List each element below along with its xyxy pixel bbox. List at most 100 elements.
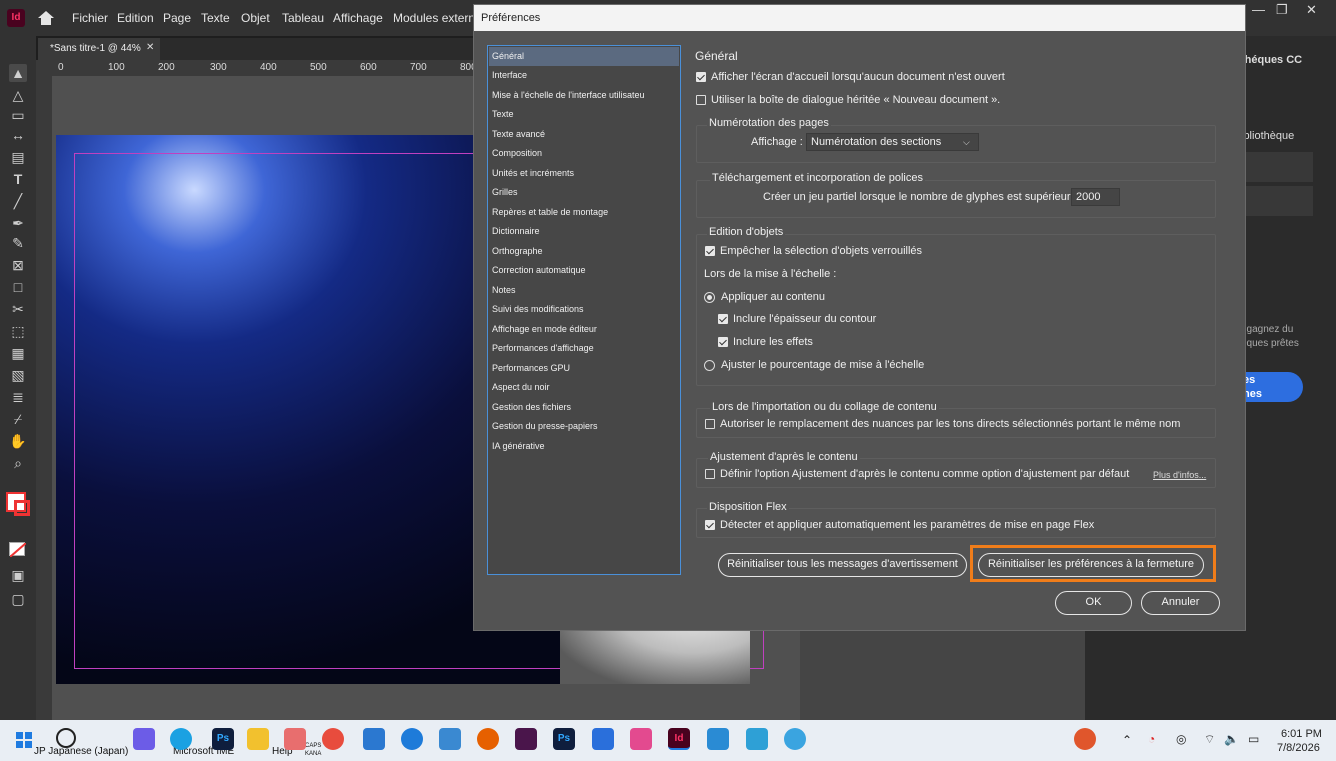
glyph-threshold-input[interactable]: 2000 [1071, 188, 1120, 206]
chevron-up-icon[interactable]: ⌃ [1122, 733, 1132, 747]
legacy-dialog-checkbox[interactable] [696, 95, 706, 105]
free-transform-icon[interactable]: ⬚ [9, 322, 27, 340]
eyedropper-icon[interactable]: ⌿ [9, 410, 27, 428]
photoshop-icon[interactable]: Ps [212, 728, 234, 750]
prevent-locked-checkbox[interactable] [705, 246, 715, 256]
type-tool-icon[interactable]: T [9, 170, 27, 188]
app-icon[interactable] [439, 728, 461, 750]
category-clipboard[interactable]: Gestion du presse-papiers [489, 417, 679, 436]
category-generative-ai[interactable]: IA générative [489, 437, 679, 456]
category-composition[interactable]: Composition [489, 144, 679, 163]
zoom-tool-icon[interactable]: ⌕ [9, 454, 27, 472]
security-icon[interactable]: ◔ [1148, 732, 1155, 746]
selection-tool-icon[interactable]: ▲ [9, 64, 27, 82]
welcome-screen-checkbox[interactable] [696, 72, 706, 82]
gradient-swatch-icon[interactable]: ▦ [9, 344, 27, 362]
page-tool-icon[interactable]: ▭ [9, 106, 27, 124]
menu-objet[interactable]: Objet [241, 11, 270, 25]
gradient-feather-icon[interactable]: ▧ [9, 366, 27, 384]
category-spelling[interactable]: Orthographe [489, 242, 679, 261]
category-interface[interactable]: Interface [489, 66, 679, 85]
category-type[interactable]: Texte [489, 105, 679, 124]
creative-cloud-icon[interactable] [630, 728, 652, 750]
rectangle-frame-icon[interactable]: ⊠ [9, 256, 27, 274]
category-units[interactable]: Unités et incréments [489, 164, 679, 183]
category-gpu-performance[interactable]: Performances GPU [489, 359, 679, 378]
category-dictionary[interactable]: Dictionnaire [489, 222, 679, 241]
include-effects-checkbox[interactable] [718, 337, 728, 347]
app-icon[interactable] [784, 728, 806, 750]
library-row[interactable] [1241, 152, 1313, 182]
pencil-tool-icon[interactable]: ✎ [9, 234, 27, 252]
content-collector-icon[interactable]: ▤ [9, 148, 27, 166]
category-story-editor[interactable]: Affichage en mode éditeur [489, 320, 679, 339]
category-autocorrect[interactable]: Correction automatique [489, 261, 679, 280]
page-numbering-select[interactable]: Numérotation des sections ⌵ [806, 133, 979, 151]
windows-start-icon[interactable] [16, 732, 32, 748]
category-appearance-of-black[interactable]: Aspect du noir [489, 378, 679, 397]
category-advanced-type[interactable]: Texte avancé [489, 125, 679, 144]
search-icon[interactable] [56, 728, 76, 748]
swatch-replace-checkbox[interactable] [705, 419, 715, 429]
minimize-icon[interactable]: — [1252, 2, 1265, 17]
app-icon[interactable] [707, 728, 729, 750]
wifi-icon[interactable]: ⌔ [1204, 732, 1215, 747]
category-file-handling[interactable]: Gestion des fichiers [489, 398, 679, 417]
notification-app-icon[interactable] [1074, 728, 1096, 750]
home-icon[interactable] [37, 10, 55, 26]
photoshop-icon[interactable]: Ps [553, 728, 575, 750]
screen-mode-icon[interactable]: ▣ [9, 566, 27, 584]
firefox-icon[interactable] [477, 728, 499, 750]
rectangle-tool-icon[interactable]: □ [9, 278, 27, 296]
scissors-icon[interactable]: ✂ [9, 300, 27, 318]
copilot-icon[interactable] [133, 728, 155, 750]
pen-tool-icon[interactable]: ✒ [9, 214, 27, 232]
more-info-link[interactable]: Plus d'infos... [1153, 470, 1206, 480]
clock-date[interactable]: 7/8/2026 [1277, 742, 1320, 754]
apply-none-icon[interactable] [9, 542, 27, 558]
category-display-performance[interactable]: Performances d'affichage [489, 339, 679, 358]
menu-fichier[interactable]: Fichier [72, 11, 108, 25]
restore-icon[interactable]: ❐ [1276, 2, 1288, 18]
menu-page[interactable]: Page [163, 11, 191, 25]
apply-to-content-radio[interactable] [704, 292, 715, 303]
category-grids[interactable]: Grilles [489, 183, 679, 202]
menu-modules-externes[interactable]: Modules externe [393, 11, 482, 25]
flex-checkbox[interactable] [705, 520, 715, 530]
ok-button[interactable]: OK [1055, 591, 1132, 615]
menu-texte[interactable]: Texte [201, 11, 230, 25]
cancel-button[interactable]: Annuler [1141, 591, 1220, 615]
category-track-changes[interactable]: Suivi des modifications [489, 300, 679, 319]
category-notes[interactable]: Notes [489, 281, 679, 300]
document-tab[interactable]: *Sans titre-1 @ 44% ✕ [38, 38, 160, 60]
library-row[interactable] [1241, 186, 1313, 216]
category-guides[interactable]: Repères et table de montage [489, 203, 679, 222]
edge-icon[interactable] [170, 728, 192, 750]
line-tool-icon[interactable]: ╱ [9, 192, 27, 210]
content-fit-checkbox[interactable] [705, 469, 715, 479]
note-tool-icon[interactable]: ≣ [9, 388, 27, 406]
app-icon[interactable] [401, 728, 423, 750]
vpn-icon[interactable]: ◎ [1176, 732, 1186, 746]
reset-warnings-button[interactable]: Réinitialiser tous les messages d'averti… [718, 553, 967, 577]
menu-affichage[interactable]: Affichage [333, 11, 383, 25]
volume-icon[interactable]: 🔈 [1224, 732, 1239, 746]
include-stroke-checkbox[interactable] [718, 314, 728, 324]
reset-preferences-button[interactable]: Réinitialiser les préférences à la ferme… [978, 553, 1204, 577]
file-explorer-icon[interactable] [247, 728, 269, 750]
language-indicator[interactable]: JP Japanese (Japan) [34, 746, 128, 757]
chrome-icon[interactable] [322, 728, 344, 750]
indesign-taskbar-icon[interactable]: Id [668, 728, 690, 750]
hand-tool-icon[interactable]: ✋ [9, 432, 27, 450]
battery-icon[interactable]: ▭ [1248, 732, 1259, 746]
close-icon[interactable]: ✕ [1306, 2, 1317, 18]
slack-icon[interactable] [515, 728, 537, 750]
clock-time[interactable]: 6:01 PM [1281, 728, 1322, 740]
app-icon-badge[interactable] [284, 728, 306, 750]
app-icon[interactable] [746, 728, 768, 750]
store-icon[interactable] [363, 728, 385, 750]
menu-tableau[interactable]: Tableau [282, 11, 324, 25]
gap-tool-icon[interactable]: ↔ [9, 126, 27, 144]
category-ui-scaling[interactable]: Mise à l'échelle de l'interface utilisat… [489, 86, 679, 105]
direct-selection-icon[interactable]: △ [9, 86, 27, 104]
